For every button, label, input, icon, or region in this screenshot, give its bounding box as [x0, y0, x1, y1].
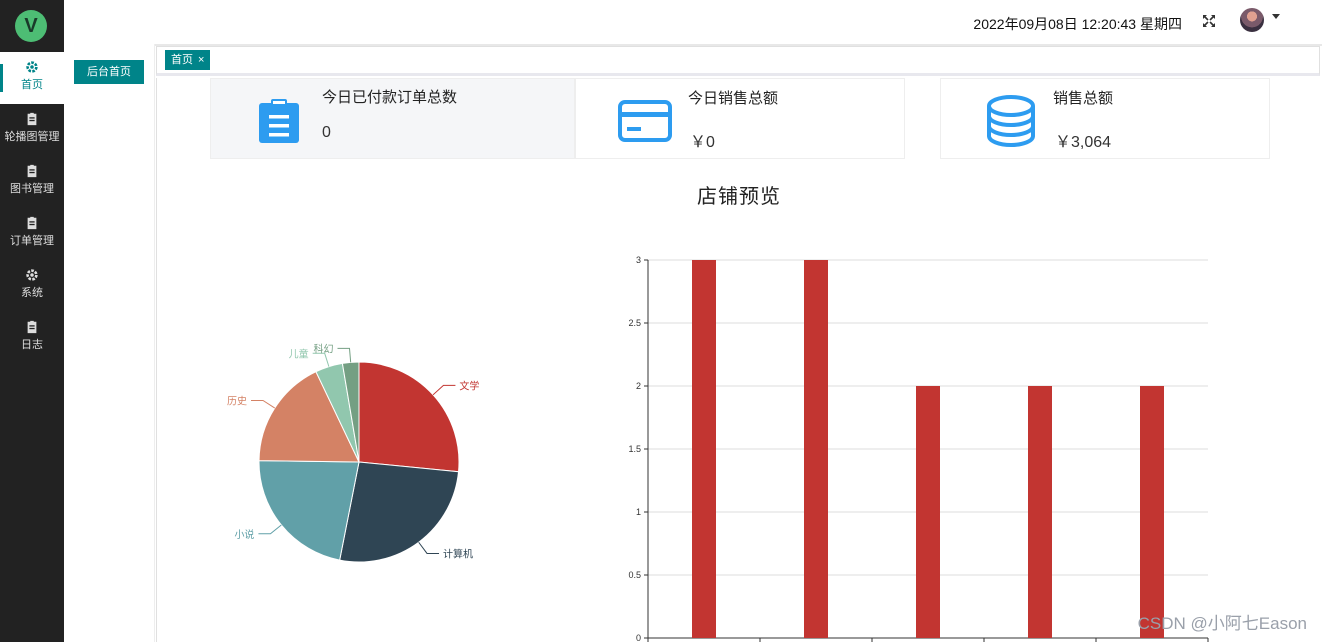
y-tick-label: 0 — [636, 633, 641, 642]
sidebar-item-label: 图书管理 — [10, 183, 54, 195]
y-tick-label: 2.5 — [628, 318, 641, 328]
datetime-display: 2022年09月08日 12:20:43 星期四 — [973, 16, 1182, 32]
bar — [692, 260, 716, 638]
chevron-down-icon[interactable] — [1272, 14, 1280, 19]
app-logo[interactable]: V — [0, 0, 64, 52]
main-content: 今日已付款订单总数 0 今日销售总额 ￥0 销售总额 ￥3,064 店铺预览 文… — [156, 78, 1321, 642]
sub-nav: 后台首页 — [64, 44, 155, 642]
y-tick-label: 3 — [636, 255, 641, 265]
pie-label: 计算机 — [443, 547, 473, 560]
pie-slice — [339, 461, 460, 563]
user-avatar[interactable] — [1240, 8, 1264, 32]
top-bar: 2022年09月08日 12:20:43 星期四 — [64, 0, 1322, 46]
logo-mark: V — [15, 10, 47, 42]
pie-label-line — [337, 347, 352, 363]
file-icon — [27, 164, 37, 178]
file-icon — [27, 320, 37, 334]
sidebar-item-label: 订单管理 — [10, 235, 54, 247]
pie-label-line — [432, 384, 456, 396]
watermark: CSDN @小阿七Eason — [1137, 614, 1307, 633]
sidebar-item-label: 日志 — [21, 339, 43, 351]
bar — [916, 386, 940, 638]
sidebar-item-logs[interactable]: 日志 — [0, 312, 64, 364]
pie-label-line — [418, 541, 440, 554]
pie-label-line — [251, 399, 276, 409]
y-tick-label: 1 — [636, 507, 641, 517]
pie-label: 小说 — [234, 528, 254, 541]
bar — [804, 260, 828, 638]
pie-label: 科幻 — [314, 342, 334, 355]
y-tick-label: 1.5 — [628, 444, 641, 454]
pie-chart: 文学计算机 小说 历史 儿童 科幻 — [227, 342, 479, 563]
file-icon — [27, 216, 37, 230]
charts-canvas: 文学计算机 小说 历史 儿童 科幻 0 0.5 1 1.5 2 2.5 3 — [227, 255, 1209, 642]
tab-label: 首页 — [171, 54, 193, 66]
close-icon[interactable]: × — [198, 54, 204, 66]
sidebar-item-label: 轮播图管理 — [4, 131, 60, 143]
sidebar-item-label: 系统 — [21, 287, 43, 299]
sidebar: V 首页 轮播图管理 图书管理 订单管理 系统 日志 — [0, 0, 64, 642]
sidebar-item-label: 首页 — [21, 79, 43, 91]
pie-label-line — [258, 524, 282, 535]
tab-home[interactable]: 首页 × — [165, 50, 211, 70]
pie-label: 儿童 — [289, 347, 309, 360]
sidebar-item-system[interactable]: 系统 — [0, 260, 64, 312]
sidebar-item-books[interactable]: 图书管理 — [0, 156, 64, 208]
sidebar-item-orders[interactable]: 订单管理 — [0, 208, 64, 260]
bar-chart: 0 0.5 1 1.5 2 2.5 3 — [628, 255, 1209, 642]
pie-label: 文学 — [459, 379, 479, 392]
pie-label: 历史 — [227, 395, 247, 407]
sidebar-item-home[interactable]: 首页 — [0, 52, 64, 104]
bar — [1140, 386, 1164, 638]
pie-slice — [358, 361, 460, 473]
y-tick-label: 2 — [636, 381, 641, 391]
tab-bar: 首页 × — [156, 46, 1320, 76]
fullscreen-icon[interactable] — [1201, 13, 1217, 29]
dashboard-home-button[interactable]: 后台首页 — [74, 60, 144, 84]
file-icon — [27, 112, 37, 126]
gear-icon — [26, 269, 38, 281]
gear-icon — [26, 61, 38, 73]
bar — [1028, 386, 1052, 638]
y-tick-label: 0.5 — [628, 570, 641, 580]
sidebar-item-carousel[interactable]: 轮播图管理 — [0, 104, 64, 156]
